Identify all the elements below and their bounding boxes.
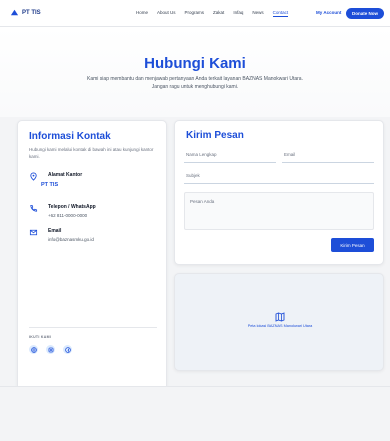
email-field[interactable]: Email	[282, 149, 374, 163]
nav-about[interactable]: About Us	[157, 10, 176, 17]
office-label: Alamat Kantor	[48, 172, 83, 178]
subject-field[interactable]: Subjek	[184, 170, 374, 184]
social-links	[29, 345, 72, 354]
phone-contact: Telepon / WhatsApp +62 811-0000-0000	[29, 204, 164, 224]
nav-links: Home About Us Programs Zakat Infaq News …	[136, 10, 289, 17]
top-navbar: PT TIS Home About Us Programs Zakat Infa…	[0, 0, 390, 27]
page-title: Hubungi Kami	[144, 55, 246, 72]
brand-name: PT TIS	[22, 9, 41, 16]
phone-label: Telepon / WhatsApp	[48, 204, 96, 210]
phone-icon	[30, 204, 38, 212]
logo-icon	[10, 9, 19, 16]
brand-logo[interactable]: PT TIS	[10, 8, 41, 17]
name-field[interactable]: Nama Lengkap	[184, 149, 276, 163]
email-label: Email	[48, 228, 62, 234]
email-contact: Email info@baznasmku.go.id	[29, 228, 164, 248]
message-textarea[interactable]: Pesan Anda	[184, 192, 374, 230]
office-value: PT TIS	[41, 182, 59, 188]
mail-icon	[29, 229, 38, 236]
map-icon	[275, 312, 285, 322]
instagram-icon[interactable]	[46, 345, 55, 354]
donate-button[interactable]: Donate Now	[346, 8, 384, 19]
nav-infaq[interactable]: Infaq	[233, 10, 243, 17]
office-address: Alamat Kantor PT TIS	[29, 172, 164, 196]
nav-news[interactable]: News	[252, 10, 263, 17]
nav-zakat[interactable]: Zakat	[213, 10, 224, 17]
footer-area	[0, 387, 390, 441]
my-account-link[interactable]: My Account	[316, 10, 341, 15]
send-message-button[interactable]: Kirim Pesan	[331, 238, 374, 252]
location-pin-icon	[30, 172, 37, 181]
nav-home[interactable]: Home	[136, 10, 148, 17]
hero-section: Hubungi Kami Kami siap membantu dan menj…	[0, 27, 390, 117]
form-title: Kirim Pesan	[186, 130, 244, 141]
phone-value[interactable]: +62 811-0000-0000	[48, 213, 87, 218]
follow-us-label: IKUTI KAMI	[29, 335, 52, 339]
globe-icon[interactable]	[29, 345, 38, 354]
contact-info-subtitle: Hubungi kami melalui kontak di bawah ini…	[29, 147, 154, 159]
nav-programs[interactable]: Programs	[185, 10, 205, 17]
contact-form-card: Kirim Pesan Nama Lengkap Email Subjek Pe…	[174, 120, 384, 265]
divider	[29, 327, 157, 328]
facebook-icon[interactable]	[63, 345, 72, 354]
email-value[interactable]: info@baznasmku.go.id	[48, 237, 94, 242]
nav-contact[interactable]: Contact	[272, 10, 289, 17]
page-subtitle: Kami siap membantu dan menjawab pertanya…	[87, 76, 303, 90]
contact-info-card: Informasi Kontak Hubungi kami melalui ko…	[17, 120, 167, 393]
map-placeholder[interactable]: Peta lokasi BAZNAS Manokwari Utara	[174, 273, 384, 371]
map-label: Peta lokasi BAZNAS Manokwari Utara	[247, 324, 313, 328]
contact-info-title: Informasi Kontak	[29, 131, 111, 142]
